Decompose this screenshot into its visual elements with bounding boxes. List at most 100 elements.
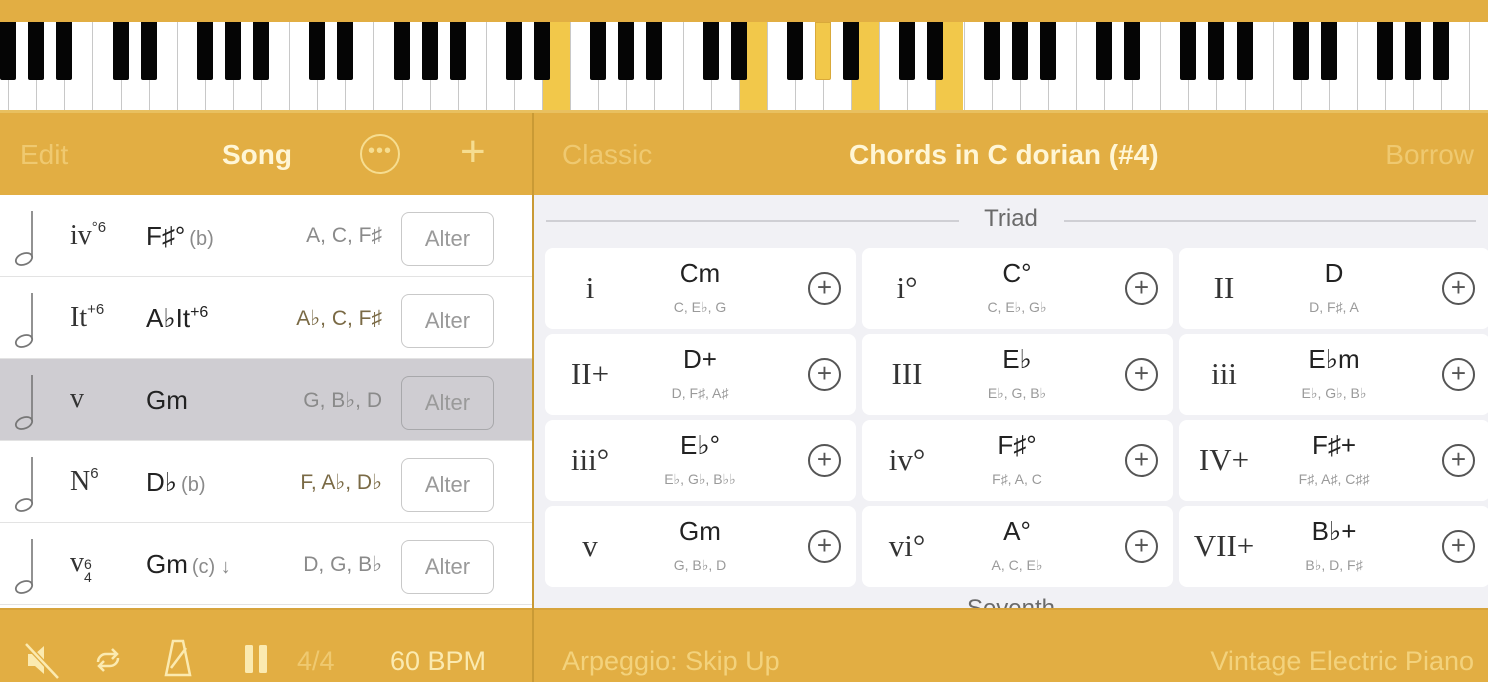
plus-circle-icon[interactable]: + <box>1442 530 1475 563</box>
black-key[interactable] <box>899 22 916 80</box>
chord-notes: D, G, B♭ <box>303 553 382 576</box>
black-key[interactable] <box>1236 22 1253 80</box>
black-key[interactable] <box>1180 22 1197 80</box>
chord-name: Gm <box>679 516 721 546</box>
alter-button[interactable]: Alter <box>401 376 494 430</box>
speaker-muted-icon[interactable] <box>22 640 62 682</box>
plus-circle-icon[interactable]: + <box>1442 358 1475 391</box>
plus-circle-icon[interactable]: + <box>808 358 841 391</box>
chord-card[interactable]: iv° F♯° F♯, A, C + <box>862 420 1173 501</box>
black-key[interactable] <box>337 22 354 80</box>
chord-card[interactable]: v Gm G, B♭, D + <box>545 506 856 587</box>
black-key[interactable] <box>1405 22 1422 80</box>
black-key[interactable] <box>56 22 73 80</box>
black-key[interactable] <box>646 22 663 80</box>
chord-card[interactable]: II D D, F♯, A + <box>1179 248 1488 329</box>
chord-card[interactable]: II+ D+ D, F♯, A♯ + <box>545 334 856 415</box>
half-note-icon[interactable] <box>12 537 36 595</box>
song-chord-row[interactable]: It+6 A♭It+6 A♭, C, F♯ Alter <box>0 277 532 359</box>
chord-name: Gm <box>146 385 188 416</box>
black-key[interactable] <box>140 22 157 80</box>
black-key[interactable] <box>1433 22 1450 80</box>
plus-circle-icon[interactable]: + <box>1442 272 1475 305</box>
plus-icon[interactable]: + <box>460 130 486 174</box>
song-chord-row[interactable]: v Gm G, B♭, D Alter <box>0 359 532 441</box>
black-key[interactable] <box>421 22 438 80</box>
chord-notes: G, B♭, D <box>673 557 727 573</box>
black-key[interactable] <box>449 22 466 80</box>
metronome-icon[interactable] <box>162 638 194 682</box>
black-key[interactable] <box>309 22 326 80</box>
song-chord-row[interactable]: N6 D♭ (b) F, A♭, D♭ Alter <box>0 441 532 523</box>
black-key[interactable] <box>1039 22 1056 80</box>
black-key[interactable] <box>786 22 803 80</box>
black-key[interactable] <box>505 22 522 80</box>
loop-icon[interactable] <box>90 642 126 682</box>
panel-divider[interactable] <box>532 113 534 682</box>
chord-card[interactable]: iii° E♭° E♭, G♭, B♭♭ + <box>545 420 856 501</box>
black-key[interactable] <box>843 22 860 80</box>
roman-numeral: i° <box>896 270 918 305</box>
pause-icon[interactable] <box>243 643 271 682</box>
black-key[interactable] <box>1292 22 1309 80</box>
plus-circle-icon[interactable]: + <box>1125 358 1158 391</box>
chord-card[interactable]: III E♭ E♭, G, B♭ + <box>862 334 1173 415</box>
chord-card[interactable]: VII+ B♭+ B♭, D, F♯ + <box>1179 506 1488 587</box>
black-key[interactable] <box>28 22 45 80</box>
black-key[interactable] <box>590 22 607 80</box>
alter-button[interactable]: Alter <box>401 212 494 266</box>
black-key[interactable] <box>1377 22 1393 80</box>
black-key[interactable] <box>224 22 241 80</box>
chord-card[interactable]: i° C° C, E♭, G♭ + <box>862 248 1173 329</box>
black-key[interactable] <box>1096 22 1112 80</box>
edit-button[interactable]: Edit <box>20 139 68 171</box>
black-key[interactable] <box>927 22 944 80</box>
plus-circle-icon[interactable]: + <box>1442 444 1475 477</box>
black-key[interactable] <box>253 22 269 80</box>
black-key[interactable] <box>983 22 1000 80</box>
half-note-icon[interactable] <box>12 455 36 513</box>
black-key[interactable] <box>1320 22 1337 80</box>
classic-button[interactable]: Classic <box>562 139 652 171</box>
black-key[interactable] <box>618 22 635 80</box>
black-key[interactable] <box>0 22 17 80</box>
plus-circle-icon[interactable]: + <box>808 444 841 477</box>
black-key[interactable] <box>112 22 129 80</box>
black-key[interactable] <box>815 22 831 80</box>
plus-circle-icon[interactable]: + <box>808 272 841 305</box>
time-signature[interactable]: 4/4 <box>297 646 335 677</box>
plus-circle-icon[interactable]: + <box>1125 530 1158 563</box>
chord-card[interactable]: IV+ F♯+ F♯, A♯, C♯♯ + <box>1179 420 1488 501</box>
half-note-icon[interactable] <box>12 209 36 267</box>
black-key[interactable] <box>1208 22 1225 80</box>
song-chord-row[interactable]: iv°6 F♯° (b) A, C, F♯ Alter <box>0 195 532 277</box>
half-note-icon[interactable] <box>12 291 36 349</box>
black-key[interactable] <box>702 22 719 80</box>
chord-card[interactable]: i Cm C, E♭, G + <box>545 248 856 329</box>
arpeggio-setting[interactable]: Arpeggio: Skip Up <box>562 646 780 677</box>
borrow-button[interactable]: Borrow <box>1385 139 1474 171</box>
half-note-icon[interactable] <box>12 373 36 431</box>
instrument-setting[interactable]: Vintage Electric Piano <box>1210 646 1474 677</box>
piano-keyboard[interactable] <box>0 22 1488 113</box>
black-key[interactable] <box>730 22 747 80</box>
black-key[interactable] <box>393 22 410 80</box>
chord-card[interactable]: vi° A° A, C, E♭ + <box>862 506 1173 587</box>
roman-figure: 6 <box>90 465 99 482</box>
alter-button[interactable]: Alter <box>401 540 494 594</box>
roman-numeral: vi° <box>888 528 926 563</box>
black-key[interactable] <box>1124 22 1141 80</box>
plus-circle-icon[interactable]: + <box>1125 444 1158 477</box>
song-chord-row[interactable]: v64 Gm (c) ↓ D, G, B♭ Alter <box>0 523 532 605</box>
chord-card[interactable]: iii E♭m E♭, G♭, B♭ + <box>1179 334 1488 415</box>
black-key[interactable] <box>534 22 550 80</box>
plus-circle-icon[interactable]: + <box>1125 272 1158 305</box>
black-key[interactable] <box>1011 22 1028 80</box>
plus-circle-icon[interactable]: + <box>808 530 841 563</box>
black-key[interactable] <box>196 22 213 80</box>
alter-button[interactable]: Alter <box>401 458 494 512</box>
white-key[interactable] <box>1469 22 1488 110</box>
tempo-bpm[interactable]: 60 BPM <box>390 646 486 677</box>
alter-button[interactable]: Alter <box>401 294 494 348</box>
ellipsis-circle-icon[interactable]: ••• <box>360 134 400 174</box>
